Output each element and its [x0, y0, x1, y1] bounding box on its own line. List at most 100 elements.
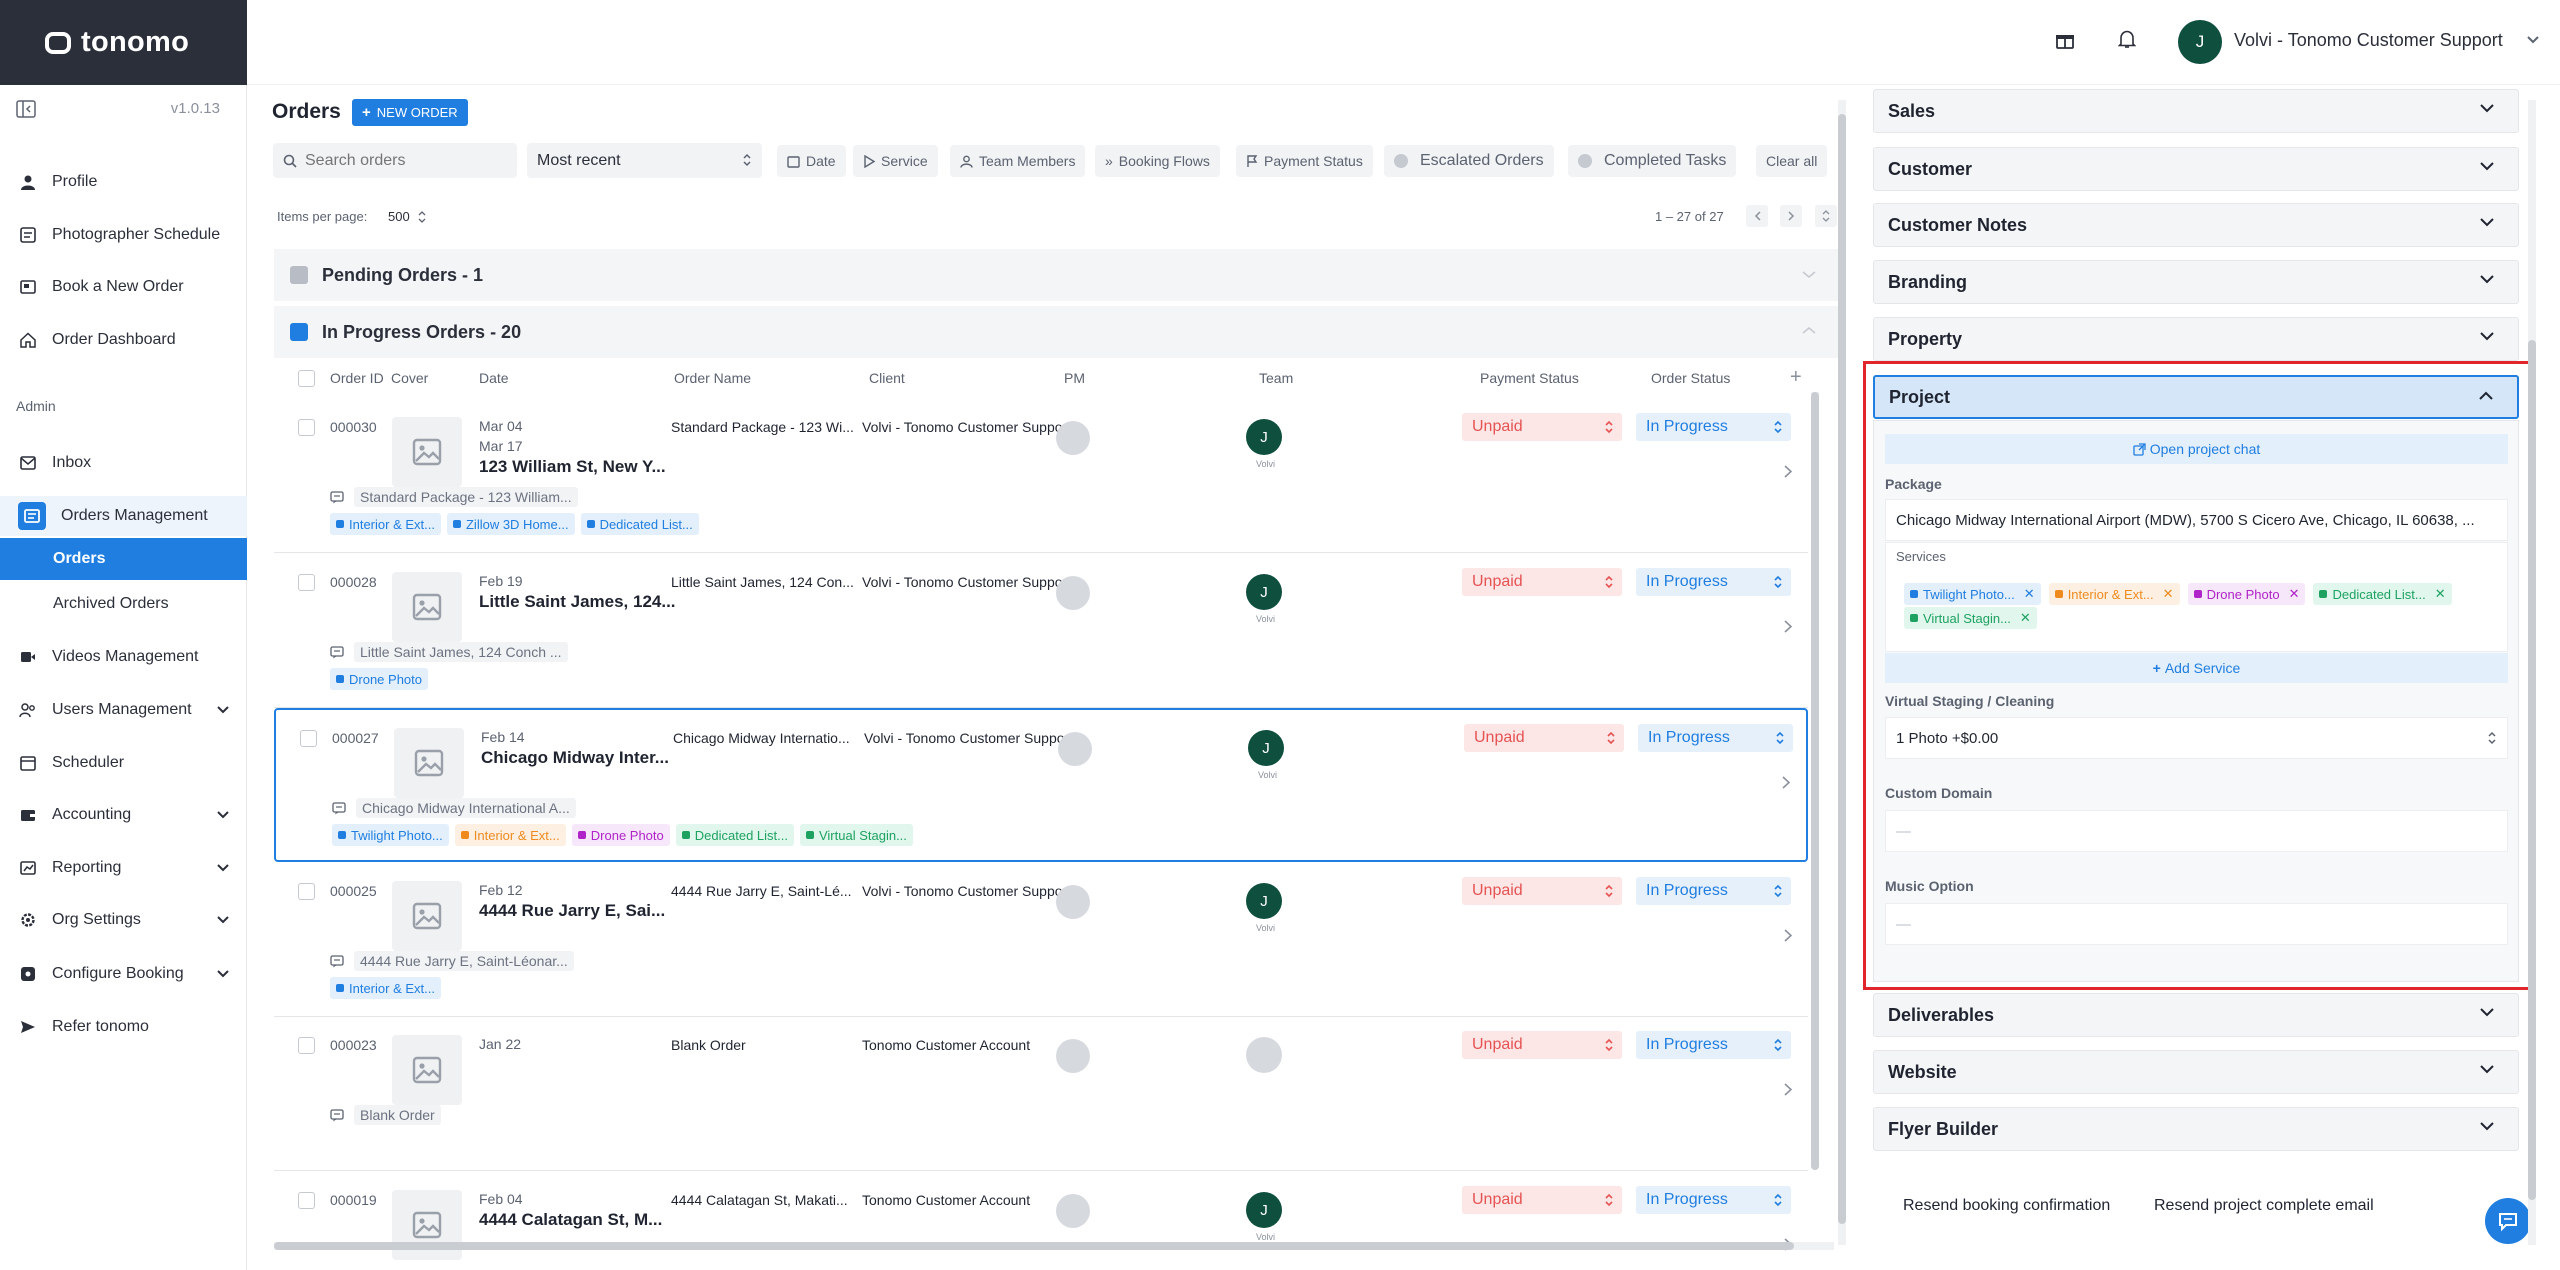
next-page-button[interactable] — [1780, 205, 1802, 227]
sidebar-item-accounting[interactable]: Accounting — [0, 796, 247, 834]
chevron-down-icon[interactable] — [217, 706, 229, 714]
chevron-right-icon[interactable] — [1782, 776, 1790, 789]
section-website[interactable]: Website — [1873, 1050, 2519, 1094]
sidebar-item-book-new-order[interactable]: Book a New Order — [0, 268, 247, 306]
team-avatar[interactable] — [1246, 1037, 1282, 1073]
service-tag[interactable]: Interior & Ext... — [330, 513, 441, 535]
payment-status-select[interactable]: Unpaid — [1462, 1186, 1622, 1214]
section-customer[interactable]: Customer — [1873, 147, 2519, 191]
chevron-down-icon[interactable] — [217, 970, 229, 978]
sidebar-item-refer-tonomo[interactable]: Refer tonomo — [0, 1008, 247, 1046]
pm-avatar[interactable] — [1056, 885, 1090, 919]
payment-status-select[interactable]: Unpaid — [1462, 877, 1622, 905]
gift-icon[interactable] — [2055, 30, 2075, 50]
list-scrollbar-thumb[interactable] — [1811, 392, 1819, 1170]
section-customer-notes[interactable]: Customer Notes — [1873, 203, 2519, 247]
sort-select[interactable]: Most recent — [527, 143, 762, 178]
chevron-up-icon[interactable] — [2479, 391, 2493, 400]
logo[interactable]: tonomo — [0, 0, 247, 85]
close-icon[interactable]: ✕ — [2289, 586, 2300, 602]
section-deliverables[interactable]: Deliverables — [1873, 993, 2519, 1037]
filter-date[interactable]: Date — [777, 145, 846, 177]
filter-team-members[interactable]: Team Members — [950, 145, 1086, 177]
sidebar-item-profile[interactable]: Profile — [0, 163, 247, 201]
panel-scrollbar[interactable] — [2528, 100, 2536, 1245]
payment-status-select[interactable]: Unpaid — [1462, 1031, 1622, 1059]
chevron-right-icon[interactable] — [1784, 620, 1792, 633]
pm-avatar[interactable] — [1056, 1039, 1090, 1073]
chevron-down-icon[interactable] — [217, 864, 229, 872]
main-scrollbar-thumb[interactable] — [1838, 114, 1846, 1224]
service-tag[interactable]: Drone Photo ✕ — [2187, 583, 2306, 605]
sidebar-item-scheduler[interactable]: Scheduler — [0, 744, 247, 782]
user-avatar[interactable]: J — [2178, 20, 2222, 64]
close-icon[interactable]: ✕ — [2024, 586, 2035, 602]
section-branding[interactable]: Branding — [1873, 260, 2519, 304]
bell-icon[interactable] — [2118, 29, 2136, 49]
chevron-down-icon[interactable] — [2527, 36, 2539, 44]
service-tag[interactable]: Drone Photo — [330, 668, 428, 690]
column-team[interactable]: Team — [1259, 370, 1293, 386]
service-tag[interactable]: Interior & Ext... ✕ — [2048, 583, 2180, 605]
row-checkbox[interactable] — [298, 1192, 315, 1209]
service-tag[interactable]: Twilight Photo... ✕ — [1904, 583, 2041, 605]
table-row[interactable]: 000023 Jan 22 Blank Order Tonomo Customer A… — [274, 1017, 1808, 1171]
close-icon[interactable]: ✕ — [2020, 610, 2031, 626]
chevron-right-icon[interactable] — [1784, 465, 1792, 478]
chevron-down-icon[interactable] — [2480, 1122, 2494, 1131]
service-tag[interactable]: Interior & Ext... — [330, 977, 441, 999]
chevron-right-icon[interactable] — [1784, 929, 1792, 942]
column-cover[interactable]: Cover — [391, 370, 428, 386]
sidebar-item-order-dashboard[interactable]: Order Dashboard — [0, 321, 247, 359]
pm-avatar[interactable] — [1058, 732, 1092, 766]
main-scrollbar[interactable] — [1838, 100, 1846, 1245]
virtual-staging-select[interactable]: 1 Photo +$0.00 — [1885, 717, 2508, 759]
chevron-down-icon[interactable] — [2480, 162, 2494, 171]
horizontal-scrollbar-thumb[interactable] — [274, 1242, 1794, 1250]
chat-support-button[interactable] — [2485, 1198, 2531, 1244]
team-avatar[interactable]: J — [1248, 730, 1284, 766]
section-property[interactable]: Property — [1873, 317, 2519, 361]
order-status-select[interactable]: In Progress — [1636, 1031, 1791, 1059]
table-row[interactable]: 000028 Feb 19 Little Saint James, 124... Li… — [274, 554, 1808, 708]
chevron-down-icon[interactable] — [2480, 104, 2494, 113]
prev-page-button[interactable] — [1746, 205, 1768, 227]
filter-booking-flows[interactable]: » Booking Flows — [1095, 145, 1220, 177]
sidebar-item-reporting[interactable]: Reporting — [0, 849, 247, 887]
chevron-down-icon[interactable] — [2480, 275, 2494, 284]
horizontal-scrollbar[interactable] — [274, 1242, 1834, 1250]
service-tag[interactable]: Zillow 3D Home... — [446, 513, 575, 535]
sidebar-item-archived-orders[interactable]: Archived Orders — [0, 583, 247, 625]
custom-domain-field[interactable]: — — [1885, 810, 2508, 852]
column-order-name[interactable]: Order Name — [674, 370, 751, 386]
sidebar-item-photographer-schedule[interactable]: Photographer Schedule — [0, 216, 247, 254]
resend-project-complete-button[interactable]: Resend project complete email — [2154, 1197, 2374, 1215]
search-box[interactable] — [273, 143, 517, 178]
sidebar-item-orders[interactable]: Orders — [0, 538, 247, 580]
order-status-select[interactable]: In Progress — [1636, 877, 1791, 905]
search-input[interactable] — [305, 151, 495, 170]
chevron-down-icon[interactable] — [1802, 271, 1816, 279]
row-checkbox[interactable] — [298, 1037, 315, 1054]
sidebar-item-users-management[interactable]: Users Management — [0, 691, 247, 729]
payment-status-select[interactable]: Unpaid — [1462, 413, 1622, 441]
order-status-select[interactable]: In Progress — [1636, 413, 1791, 441]
sidebar-item-org-settings[interactable]: Org Settings — [0, 901, 247, 939]
sidebar-item-videos-management[interactable]: Videos Management — [0, 638, 247, 676]
sidebar-item-configure-booking[interactable]: Configure Booking — [0, 955, 247, 993]
open-project-chat-button[interactable]: Open project chat — [1885, 434, 2508, 464]
section-flyer-builder[interactable]: Flyer Builder — [1873, 1107, 2519, 1151]
items-per-page-select[interactable]: 500 — [388, 209, 426, 224]
service-tag[interactable]: Dedicated List... — [580, 513, 699, 535]
section-sales[interactable]: Sales — [1873, 89, 2519, 133]
row-checkbox[interactable] — [298, 574, 315, 591]
column-date[interactable]: Date — [479, 370, 509, 386]
column-payment-status[interactable]: Payment Status — [1480, 370, 1579, 386]
row-checkbox[interactable] — [298, 883, 315, 900]
column-order-status[interactable]: Order Status — [1651, 370, 1730, 386]
new-order-button[interactable]: + NEW ORDER — [352, 99, 468, 126]
chevron-up-icon[interactable] — [1802, 326, 1816, 334]
close-icon[interactable]: ✕ — [2163, 586, 2174, 602]
list-scrollbar[interactable] — [1811, 392, 1819, 1170]
project-section-header[interactable]: Project — [1873, 375, 2519, 419]
